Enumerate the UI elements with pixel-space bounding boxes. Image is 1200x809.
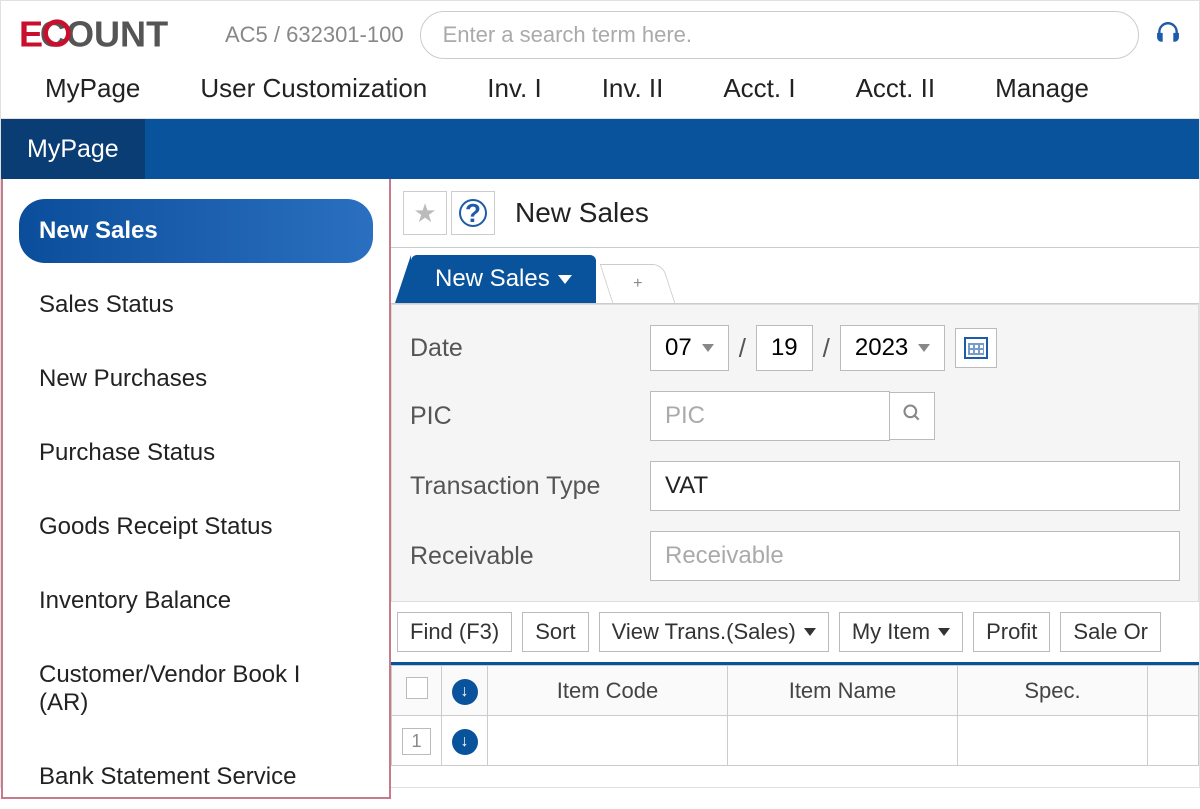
cell-spec[interactable] bbox=[958, 716, 1148, 766]
date-label: Date bbox=[410, 334, 650, 363]
chevron-down-icon bbox=[558, 275, 572, 284]
pic-controls bbox=[650, 391, 935, 441]
help-button[interactable]: ? bbox=[451, 191, 495, 235]
page-title-row: ★ ? New Sales bbox=[391, 179, 1199, 248]
row-num-cell[interactable]: 1 bbox=[392, 716, 442, 766]
page-title: New Sales bbox=[515, 197, 649, 229]
form-row-trans-type: Transaction Type bbox=[410, 461, 1180, 511]
header: E COUNT AC5 / 632301-100 bbox=[1, 1, 1199, 67]
tabs: New Sales + bbox=[391, 248, 1199, 304]
table: ↓ Item Code Item Name Spec. 1 ↓ bbox=[391, 662, 1199, 766]
sidebar-item-customer-vendor[interactable]: Customer/Vendor Book I (AR) bbox=[19, 643, 373, 735]
header-spec[interactable]: Spec. bbox=[958, 666, 1148, 716]
search-input[interactable] bbox=[420, 11, 1139, 59]
nav-manage[interactable]: Manage bbox=[965, 73, 1119, 104]
row-number: 1 bbox=[402, 728, 430, 755]
receivable-input[interactable] bbox=[650, 531, 1180, 581]
tab-add-button[interactable]: + bbox=[599, 264, 675, 303]
tab-label: New Sales bbox=[435, 265, 550, 293]
checkbox-icon bbox=[406, 677, 428, 699]
nav-inv-2[interactable]: Inv. II bbox=[572, 73, 694, 104]
my-item-label: My Item bbox=[852, 619, 930, 645]
header-action[interactable]: ↓ bbox=[442, 666, 488, 716]
calendar-icon bbox=[964, 337, 988, 359]
form: Date 07 / 19 / 2023 bbox=[391, 304, 1199, 602]
tab-new-sales[interactable]: New Sales bbox=[411, 255, 596, 303]
view-trans-label: View Trans.(Sales) bbox=[612, 619, 796, 645]
blue-bar: MyPage bbox=[1, 119, 1199, 179]
my-item-button[interactable]: My Item bbox=[839, 612, 963, 652]
form-row-date: Date 07 / 19 / 2023 bbox=[410, 325, 1180, 371]
account-code: AC5 / 632301-100 bbox=[225, 22, 404, 48]
date-controls: 07 / 19 / 2023 bbox=[650, 325, 997, 371]
bluebar-tab-mypage[interactable]: MyPage bbox=[1, 119, 145, 179]
nav-acct-2[interactable]: Acct. II bbox=[826, 73, 965, 104]
logo: E COUNT bbox=[19, 16, 209, 54]
recv-label: Receivable bbox=[410, 542, 650, 571]
header-extra bbox=[1148, 666, 1199, 716]
form-row-receivable: Receivable bbox=[410, 531, 1180, 581]
sidebar-item-purchase-status[interactable]: Purchase Status bbox=[19, 421, 373, 485]
pic-input[interactable] bbox=[650, 391, 890, 441]
date-year-value: 2023 bbox=[855, 334, 908, 362]
trans-label: Transaction Type bbox=[410, 472, 650, 501]
date-day-value: 19 bbox=[771, 334, 798, 362]
nav-user-customization[interactable]: User Customization bbox=[170, 73, 457, 104]
header-item-code[interactable]: Item Code bbox=[488, 666, 728, 716]
date-month-select[interactable]: 07 bbox=[650, 325, 729, 371]
date-separator: / bbox=[823, 333, 830, 364]
sidebar-item-sales-status[interactable]: Sales Status bbox=[19, 273, 373, 337]
header-checkbox[interactable] bbox=[392, 666, 442, 716]
cell-item-code[interactable] bbox=[488, 716, 728, 766]
row-action-cell[interactable]: ↓ bbox=[442, 716, 488, 766]
sidebar-item-bank-statement[interactable]: Bank Statement Service bbox=[19, 745, 373, 809]
sale-or-button[interactable]: Sale Or bbox=[1060, 612, 1161, 652]
date-year-select[interactable]: 2023 bbox=[840, 325, 945, 371]
sort-button[interactable]: Sort bbox=[522, 612, 588, 652]
sidebar: New Sales Sales Status New Purchases Pur… bbox=[1, 179, 391, 799]
table-header-row: ↓ Item Code Item Name Spec. bbox=[392, 666, 1199, 716]
chevron-down-icon bbox=[804, 628, 816, 636]
favorite-button[interactable]: ★ bbox=[403, 191, 447, 235]
form-row-pic: PIC bbox=[410, 391, 1180, 441]
toolbar: Find (F3) Sort View Trans.(Sales) My Ite… bbox=[391, 602, 1199, 662]
arrow-down-icon: ↓ bbox=[452, 679, 478, 705]
content: ★ ? New Sales New Sales + Date 07 bbox=[391, 179, 1199, 799]
plus-icon: + bbox=[633, 275, 642, 293]
cell-extra[interactable] bbox=[1148, 716, 1199, 766]
sidebar-item-goods-receipt[interactable]: Goods Receipt Status bbox=[19, 495, 373, 559]
top-nav: MyPage User Customization Inv. I Inv. II… bbox=[1, 67, 1199, 119]
header-item-name[interactable]: Item Name bbox=[728, 666, 958, 716]
nav-mypage[interactable]: MyPage bbox=[1, 73, 170, 104]
date-month-value: 07 bbox=[665, 334, 692, 362]
cell-item-name[interactable] bbox=[728, 716, 958, 766]
headset-icon[interactable] bbox=[1155, 20, 1181, 51]
profit-button[interactable]: Profit bbox=[973, 612, 1050, 652]
star-icon: ★ bbox=[413, 198, 436, 229]
pic-search-button[interactable] bbox=[890, 392, 935, 440]
main: New Sales Sales Status New Purchases Pur… bbox=[1, 179, 1199, 799]
pic-label: PIC bbox=[410, 402, 650, 431]
table-row: 1 ↓ bbox=[392, 716, 1199, 766]
sidebar-item-new-sales[interactable]: New Sales bbox=[19, 199, 373, 263]
find-button[interactable]: Find (F3) bbox=[397, 612, 512, 652]
date-day-select[interactable]: 19 bbox=[756, 325, 813, 371]
chevron-down-icon bbox=[938, 628, 950, 636]
date-separator: / bbox=[739, 333, 746, 364]
chevron-down-icon bbox=[918, 344, 930, 352]
view-trans-button[interactable]: View Trans.(Sales) bbox=[599, 612, 829, 652]
nav-inv-1[interactable]: Inv. I bbox=[457, 73, 571, 104]
sidebar-item-new-purchases[interactable]: New Purchases bbox=[19, 347, 373, 411]
trans-type-input[interactable] bbox=[650, 461, 1180, 511]
nav-acct-1[interactable]: Acct. I bbox=[693, 73, 825, 104]
arrow-down-icon: ↓ bbox=[452, 729, 478, 755]
sidebar-item-inventory-balance[interactable]: Inventory Balance bbox=[19, 569, 373, 633]
chevron-down-icon bbox=[702, 344, 714, 352]
search-icon bbox=[902, 403, 922, 423]
help-icon: ? bbox=[459, 199, 487, 227]
calendar-button[interactable] bbox=[955, 328, 997, 368]
